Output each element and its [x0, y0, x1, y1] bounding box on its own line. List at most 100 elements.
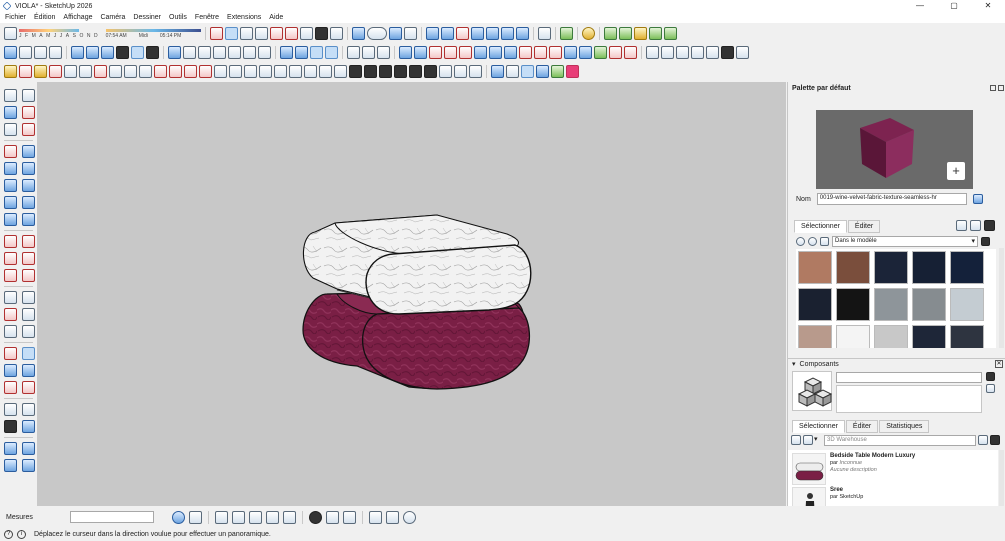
- zoom-extents-tool-icon[interactable]: [4, 381, 17, 394]
- position-camera-tool-icon[interactable]: [4, 403, 17, 416]
- leaf-icon[interactable]: [594, 46, 607, 59]
- home-icon[interactable]: [820, 237, 829, 246]
- measurements-input[interactable]: [70, 511, 154, 523]
- axes-tool-icon[interactable]: [4, 325, 17, 338]
- polygon-draw-icon[interactable]: [22, 179, 35, 192]
- add-material-button[interactable]: [947, 162, 965, 180]
- close-tool-icon[interactable]: [676, 46, 689, 59]
- component-description-field[interactable]: [836, 385, 982, 413]
- lasso-icon[interactable]: [624, 46, 637, 59]
- bezier-icon[interactable]: [444, 46, 457, 59]
- material-swatch[interactable]: [912, 288, 946, 321]
- material-swatch[interactable]: [874, 288, 908, 321]
- previous-view-icon[interactable]: [284, 27, 298, 40]
- dotted-curve-icon[interactable]: [19, 65, 32, 78]
- warehouse-details-icon[interactable]: [990, 435, 1000, 445]
- style-dark-icon[interactable]: [116, 46, 129, 59]
- curve-tool-icon[interactable]: [399, 46, 412, 59]
- time-slider[interactable]: [105, 28, 201, 32]
- eraser-plugin-icon[interactable]: [34, 65, 47, 78]
- line-icon[interactable]: [4, 145, 17, 158]
- xray-icon[interactable]: [4, 46, 17, 59]
- previous-view-tool-icon[interactable]: [22, 381, 35, 394]
- menu-camera[interactable]: Caméra: [95, 14, 128, 21]
- shadows-toggle-icon[interactable]: [4, 27, 17, 40]
- round-corner-icon[interactable]: [124, 65, 137, 78]
- sandbox-from-scratch-icon[interactable]: [440, 27, 454, 40]
- rectangle-icon[interactable]: [4, 162, 17, 175]
- rotate-icon[interactable]: [4, 252, 17, 265]
- tape-measure-icon[interactable]: [4, 291, 17, 304]
- paint-bucket-icon[interactable]: [4, 106, 17, 119]
- material-swatch[interactable]: [798, 251, 832, 284]
- iso-view-icon[interactable]: [168, 46, 181, 59]
- position-camera-icon[interactable]: [299, 27, 313, 40]
- menu-aide[interactable]: Aide: [264, 14, 286, 21]
- walk-icon[interactable]: [329, 27, 343, 40]
- snap-icon[interactable]: [343, 510, 356, 524]
- arc-tool-icon[interactable]: [474, 46, 487, 59]
- account-icon[interactable]: [172, 510, 185, 524]
- shell-icon[interactable]: [109, 65, 122, 78]
- tab-material-select[interactable]: Sélectionner: [794, 220, 847, 233]
- bottom-view-icon[interactable]: [258, 46, 271, 59]
- components-close-icon[interactable]: ✕: [995, 360, 1003, 368]
- material-swatch[interactable]: [874, 251, 908, 284]
- left-view-icon[interactable]: [243, 46, 256, 59]
- collection-select[interactable]: Dans le modèle: [832, 236, 978, 247]
- warehouse-search-icon[interactable]: [978, 435, 988, 445]
- 3d-viewport[interactable]: [37, 82, 786, 506]
- chamfer-icon[interactable]: [154, 65, 167, 78]
- menu-dessiner[interactable]: Dessiner: [128, 14, 164, 21]
- sparkle-icon[interactable]: [491, 65, 504, 78]
- arc-2pt-icon[interactable]: [534, 46, 547, 59]
- material-swatch[interactable]: [798, 288, 832, 321]
- zoom-icon[interactable]: [239, 27, 253, 40]
- fabric-icon[interactable]: [439, 65, 452, 78]
- credits-icon[interactable]: [232, 510, 245, 524]
- menu-affichage[interactable]: Affichage: [58, 14, 95, 21]
- drape-icon[interactable]: [485, 27, 499, 40]
- menu-extensions[interactable]: Extensions: [222, 14, 264, 21]
- menu-fenetre[interactable]: Fenêtre: [190, 14, 222, 21]
- tube-icon[interactable]: [319, 65, 332, 78]
- material-swatch[interactable]: [950, 288, 984, 321]
- offset-icon[interactable]: [22, 269, 35, 282]
- material-swatch[interactable]: [836, 251, 870, 284]
- interact-icon[interactable]: [347, 46, 360, 59]
- crease-icon[interactable]: [424, 65, 437, 78]
- arc-icon[interactable]: [4, 196, 17, 209]
- subdivide-icon[interactable]: [394, 65, 407, 78]
- eraser-icon[interactable]: [22, 106, 35, 119]
- lasso-select-icon[interactable]: [22, 89, 35, 102]
- top-view-icon[interactable]: [183, 46, 196, 59]
- material-swatch[interactable]: [912, 325, 946, 348]
- axes-icon[interactable]: [280, 46, 293, 59]
- front-view-icon[interactable]: [198, 46, 211, 59]
- loop-icon[interactable]: [609, 46, 622, 59]
- layers-icon[interactable]: [4, 459, 17, 472]
- orbit-tool-icon[interactable]: [4, 347, 17, 360]
- pie-draw-icon[interactable]: [22, 213, 35, 226]
- material-swatch[interactable]: [836, 288, 870, 321]
- pan-icon[interactable]: [224, 27, 238, 40]
- 3d-warehouse-icon[interactable]: [603, 27, 617, 40]
- instructor-icon[interactable]: [266, 510, 279, 524]
- hexagon-icon[interactable]: [736, 46, 749, 59]
- twist-icon[interactable]: [289, 65, 302, 78]
- display-secondary-browser-icon[interactable]: [972, 194, 983, 204]
- hidden-line-icon[interactable]: [49, 46, 62, 59]
- scissors-icon[interactable]: [49, 65, 62, 78]
- tab-component-select[interactable]: Sélectionner: [792, 420, 845, 433]
- export-picture-icon[interactable]: [521, 65, 534, 78]
- materials-icon[interactable]: [551, 65, 564, 78]
- text-icon[interactable]: [22, 308, 35, 321]
- help-icon[interactable]: [403, 510, 416, 524]
- sweep-icon[interactable]: [199, 65, 212, 78]
- cloth-icon[interactable]: [454, 65, 467, 78]
- results-scrollbar[interactable]: [999, 450, 1004, 506]
- material-swatch[interactable]: [874, 325, 908, 348]
- display-section-cuts-icon[interactable]: [388, 27, 402, 40]
- add-detail-icon[interactable]: [500, 27, 514, 40]
- model-info-icon[interactable]: [537, 27, 551, 40]
